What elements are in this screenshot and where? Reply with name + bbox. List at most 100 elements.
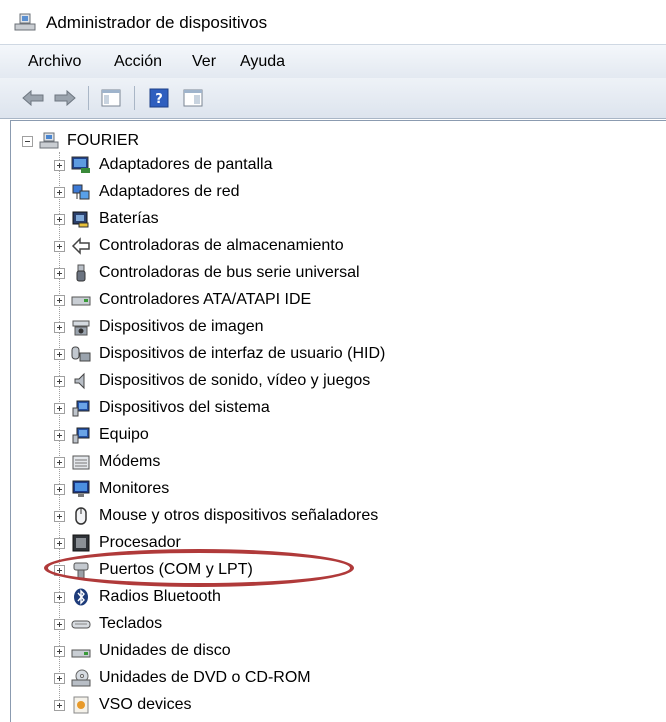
svg-text:?: ?: [155, 92, 163, 107]
modem-icon: [71, 452, 91, 472]
expand-icon[interactable]: [54, 186, 65, 198]
tree-item-label: Teclados: [99, 615, 163, 632]
properties-icon[interactable]: [180, 86, 206, 110]
tree-item-monitors[interactable]: Monitores: [54, 478, 169, 500]
tree-item-processor[interactable]: Procesador: [54, 532, 181, 554]
tree-item-label: Controladoras de bus serie universal: [99, 264, 360, 281]
expand-icon[interactable]: [54, 483, 65, 495]
expand-icon[interactable]: [54, 267, 65, 279]
expand-icon[interactable]: [54, 645, 65, 657]
toolbar-separator: [88, 86, 89, 110]
tree-item-label: Procesador: [99, 534, 181, 551]
tree-item-label: Unidades de disco: [99, 642, 231, 659]
tree-item-network-adapters[interactable]: Adaptadores de red: [54, 181, 240, 203]
tree-item-label: Puertos (COM y LPT): [99, 561, 253, 578]
expand-icon[interactable]: [54, 294, 65, 306]
expand-icon[interactable]: [54, 375, 65, 387]
tree-item-system-devices[interactable]: Dispositivos del sistema: [54, 397, 270, 419]
tree-item-hid[interactable]: Dispositivos de interfaz de usuario (HID…: [54, 343, 385, 365]
tree-item-batteries[interactable]: Baterías: [54, 208, 159, 230]
speaker-icon: [71, 371, 91, 391]
tree-item-keyboards[interactable]: Teclados: [54, 613, 162, 635]
bluetooth-icon: [71, 587, 91, 607]
expand-icon[interactable]: [54, 537, 65, 549]
tree-item-display-adapters[interactable]: Adaptadores de pantalla: [54, 154, 272, 176]
device-manager-icon: [14, 12, 36, 32]
tree-item-label: Monitores: [99, 480, 170, 497]
tree-item-label: Unidades de DVD o CD-ROM: [99, 669, 311, 686]
forward-arrow-icon[interactable]: [52, 86, 78, 110]
tree-item-vso-devices[interactable]: VSO devices: [54, 694, 191, 716]
menu-accion[interactable]: Acción: [114, 53, 162, 71]
port-icon: [71, 560, 91, 580]
menu-ayuda[interactable]: Ayuda: [240, 53, 285, 71]
expand-icon[interactable]: [54, 429, 65, 441]
tree-item-storage-controllers[interactable]: Controladoras de almacenamiento: [54, 235, 344, 257]
show-hide-tree-icon[interactable]: [98, 86, 124, 110]
tree-item-disk-drives[interactable]: Unidades de disco: [54, 640, 231, 662]
menu-bar: Archivo Acción Ver Ayuda: [0, 44, 666, 79]
tree-item-label: Controladores ATA/ATAPI IDE: [99, 291, 312, 308]
tree-item-mice[interactable]: Mouse y otros dispositivos señaladores: [54, 505, 378, 527]
expand-icon[interactable]: [54, 591, 65, 603]
tree-root-fourier[interactable]: FOURIER: [22, 130, 139, 152]
computer-monitor-icon: [71, 425, 91, 445]
system-device-icon: [71, 398, 91, 418]
storage-controller-icon: [71, 236, 91, 256]
expand-icon[interactable]: [54, 564, 65, 576]
tree-item-label: Dispositivos de interfaz de usuario (HID…: [99, 345, 386, 362]
tree-item-label: Módems: [99, 453, 161, 470]
back-arrow-icon[interactable]: [20, 86, 46, 110]
expand-icon[interactable]: [54, 699, 65, 711]
tree-item-label: Dispositivos de sonido, vídeo y juegos: [99, 372, 371, 389]
processor-icon: [71, 533, 91, 553]
disk-drive-icon: [71, 641, 91, 661]
keyboard-icon: [71, 614, 91, 634]
expand-icon[interactable]: [54, 159, 65, 171]
expand-icon[interactable]: [54, 618, 65, 630]
menu-ver[interactable]: Ver: [192, 53, 216, 71]
tree-item-dvd-drives[interactable]: Unidades de DVD o CD-ROM: [54, 667, 311, 689]
computer-icon: [39, 131, 59, 151]
toolbar-separator: [134, 86, 135, 110]
tree-item-label: Dispositivos del sistema: [99, 399, 270, 416]
tree-item-ide-controllers[interactable]: Controladores ATA/ATAPI IDE: [54, 289, 311, 311]
display-adapter-icon: [71, 155, 91, 175]
tree-item-label: Baterías: [99, 210, 159, 227]
tree-item-label: Mouse y otros dispositivos señaladores: [99, 507, 379, 524]
expand-icon[interactable]: [54, 402, 65, 414]
tree-item-sound-video[interactable]: Dispositivos de sonido, vídeo y juegos: [54, 370, 370, 392]
expand-icon[interactable]: [54, 321, 65, 333]
dvd-drive-icon: [71, 668, 91, 688]
battery-icon: [71, 209, 91, 229]
tree-item-ports[interactable]: Puertos (COM y LPT): [54, 559, 253, 581]
network-adapter-icon: [71, 182, 91, 202]
collapse-icon[interactable]: [22, 135, 33, 147]
tree-item-computer[interactable]: Equipo: [54, 424, 149, 446]
imaging-device-icon: [71, 317, 91, 337]
tree-item-bluetooth[interactable]: Radios Bluetooth: [54, 586, 221, 608]
tree-item-usb-controllers[interactable]: Controladoras de bus serie universal: [54, 262, 360, 284]
menu-archivo[interactable]: Archivo: [28, 53, 81, 71]
expand-icon[interactable]: [54, 348, 65, 360]
tree-item-label: Adaptadores de red: [99, 183, 240, 200]
toolbar: ?: [0, 78, 666, 119]
hid-icon: [71, 344, 91, 364]
tree-item-label: Equipo: [99, 426, 149, 443]
expand-icon[interactable]: [54, 672, 65, 684]
monitor-icon: [71, 479, 91, 499]
expand-icon[interactable]: [54, 240, 65, 252]
title-bar: Administrador de dispositivos: [0, 0, 666, 44]
tree-root-label: FOURIER: [67, 132, 139, 149]
tree-item-label: Controladoras de almacenamiento: [99, 237, 344, 254]
tree-item-label: Dispositivos de imagen: [99, 318, 264, 335]
usb-icon: [71, 263, 91, 283]
expand-icon[interactable]: [54, 213, 65, 225]
expand-icon[interactable]: [54, 456, 65, 468]
tree-item-label: Radios Bluetooth: [99, 588, 221, 605]
help-icon[interactable]: ?: [146, 86, 172, 110]
ide-controller-icon: [71, 290, 91, 310]
tree-item-modems[interactable]: Módems: [54, 451, 160, 473]
expand-icon[interactable]: [54, 510, 65, 522]
tree-item-imaging-devices[interactable]: Dispositivos de imagen: [54, 316, 264, 338]
